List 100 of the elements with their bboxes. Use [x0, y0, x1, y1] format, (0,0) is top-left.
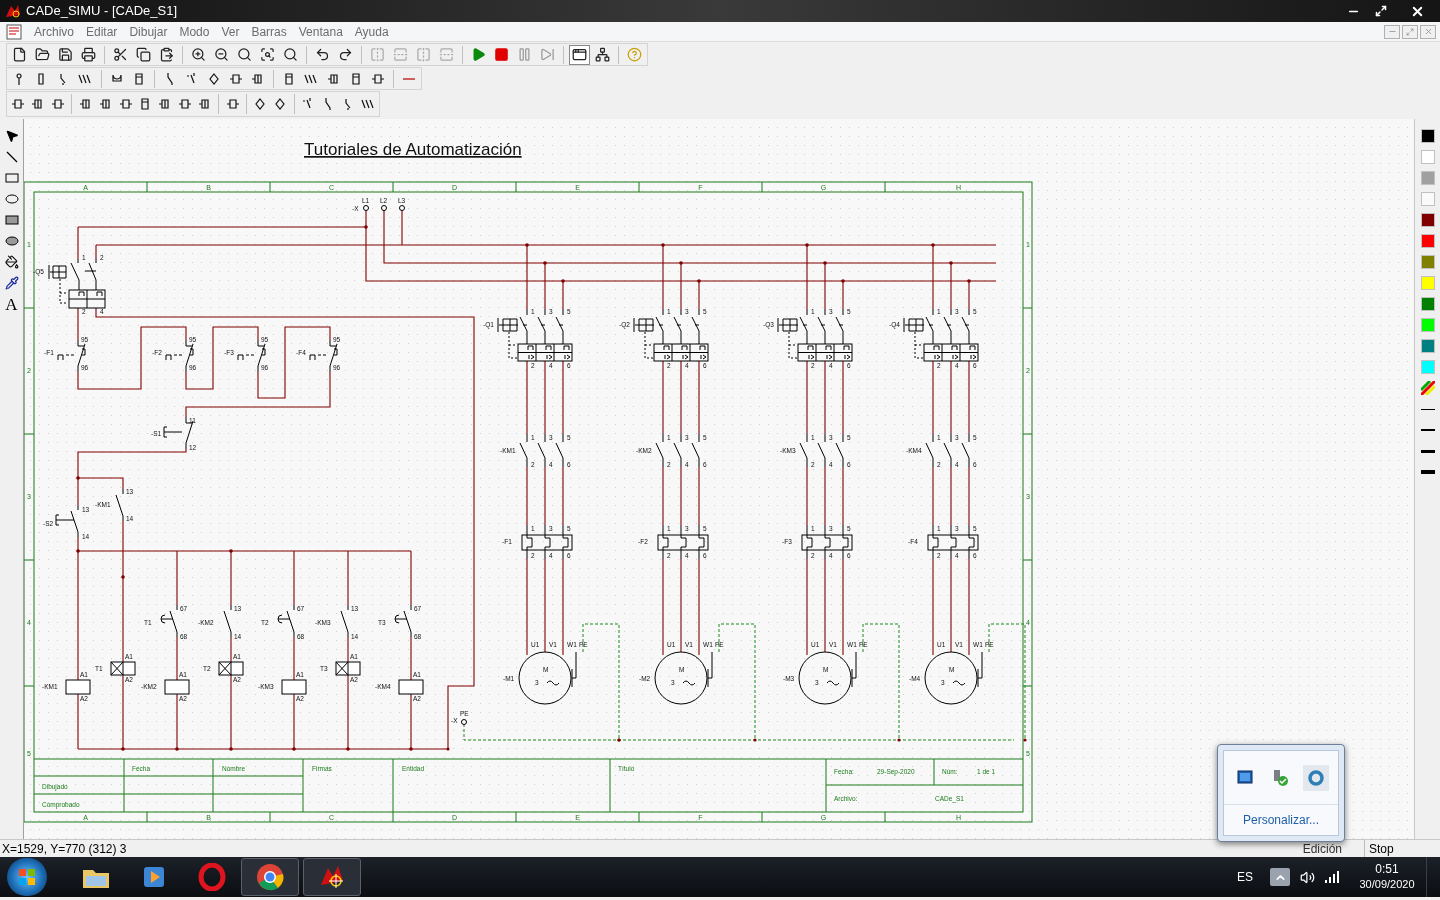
zoom-icon — [237, 47, 252, 62]
color-swatch[interactable] — [1420, 213, 1435, 227]
magnifier-icon — [283, 47, 298, 62]
show-hidden-icons-button[interactable] — [1270, 868, 1290, 886]
zoom-out-icon — [214, 47, 229, 62]
color-swatch[interactable] — [1420, 297, 1435, 311]
speaker-icon — [1299, 869, 1315, 885]
overload-contact-symbol — [165, 339, 194, 373]
color-swatch[interactable] — [1420, 234, 1435, 248]
monitor-icon — [1236, 768, 1255, 787]
flip-horizontal-icon — [370, 47, 385, 62]
symbol-icon — [50, 96, 67, 112]
symbol-icon — [177, 96, 193, 112]
zoom-window-icon — [260, 47, 275, 62]
cursor-coordinates: X=1529, Y=770 (312) 3 — [2, 840, 127, 858]
push-button-symbol — [163, 416, 194, 450]
redo-icon — [338, 47, 353, 62]
ring-icon — [198, 863, 226, 891]
symbol-icon — [117, 96, 134, 112]
window-title: CADe_SIMU - [CADe_S1] — [26, 2, 177, 21]
print-icon — [81, 47, 96, 62]
color-swatch[interactable] — [1420, 150, 1435, 164]
restore-icon — [1406, 27, 1414, 36]
signal-bars-icon — [1325, 871, 1339, 883]
undo-icon — [315, 47, 330, 62]
menu-item[interactable]: Archivo — [28, 22, 80, 41]
window-icon — [572, 47, 587, 62]
menu-item[interactable]: Ayuda — [348, 22, 395, 41]
symbol-icon — [10, 96, 27, 112]
new-file-icon — [12, 47, 27, 62]
clock-time: 0:51 — [1375, 862, 1399, 877]
pointer-icon — [4, 128, 19, 143]
windows-logo-icon — [18, 868, 36, 886]
color-swatch[interactable] — [1420, 255, 1435, 269]
rotate-icon — [439, 47, 454, 62]
start-button[interactable] — [7, 858, 47, 896]
ring-icon — [1306, 768, 1325, 787]
filled-rectangle-icon — [4, 213, 19, 226]
color-swatch[interactable] — [1420, 129, 1435, 143]
ellipse-icon — [4, 192, 19, 205]
menu-item[interactable]: Editar — [80, 22, 124, 41]
menu-item[interactable]: Dibujar — [123, 22, 174, 41]
timed-contact-symbol — [160, 604, 178, 638]
color-swatch[interactable] — [1420, 318, 1435, 332]
menu-item[interactable]: Barras — [245, 22, 293, 41]
tray-icon-button[interactable] — [1302, 764, 1329, 791]
mirror-icon — [416, 47, 431, 62]
clock-date: 30/09/2020 — [1359, 877, 1415, 892]
overload-contact-symbol — [57, 339, 86, 373]
overload-contact-symbol — [309, 339, 338, 373]
close-icon — [1423, 27, 1433, 36]
paint-bucket-icon — [4, 254, 19, 269]
timed-contact-symbol — [394, 604, 412, 638]
folder-icon — [35, 47, 50, 62]
text-tool[interactable]: A — [2, 295, 21, 313]
rectangle-icon — [4, 171, 19, 184]
color-swatch[interactable] — [1420, 192, 1435, 206]
color-swatch[interactable] — [1420, 360, 1435, 374]
copy-icon — [136, 47, 151, 62]
stop-icon — [494, 47, 509, 62]
contact-symbol — [223, 604, 232, 638]
pause-icon — [517, 47, 532, 62]
browser-icon — [256, 863, 284, 891]
contact-symbol — [340, 604, 349, 638]
mode-indicator: Edición — [1302, 840, 1342, 858]
overload-contact-symbol — [237, 339, 266, 373]
play-icon — [471, 47, 486, 62]
network-icon — [595, 47, 610, 62]
taskbar-app-button[interactable] — [241, 858, 299, 896]
color-swatch[interactable] — [1420, 171, 1435, 185]
color-swatch[interactable] — [1420, 339, 1435, 353]
symbol-icon — [224, 96, 241, 112]
fill-tool[interactable] — [2, 253, 21, 270]
customize-link[interactable]: Personalizar... — [1242, 811, 1319, 829]
menu-item[interactable]: Ventana — [292, 22, 349, 41]
window-button[interactable] — [569, 44, 590, 65]
taskbar-app-button[interactable] — [303, 858, 361, 896]
save-icon — [58, 47, 73, 62]
media-player-icon — [141, 864, 167, 890]
paste-icon — [159, 47, 174, 62]
drawing-title: Tutoriales de Automatización — [304, 140, 522, 159]
color-swatch[interactable] — [1420, 276, 1435, 290]
menu-item[interactable]: Ver — [215, 22, 246, 41]
flip-vertical-icon — [393, 47, 408, 62]
language-indicator: ES — [1237, 869, 1253, 886]
line-icon — [402, 77, 415, 80]
timed-contact-symbol — [277, 604, 295, 638]
line-icon — [4, 149, 19, 164]
eyedropper-icon — [4, 275, 19, 290]
menu-item[interactable]: Modo — [173, 22, 216, 41]
zoom-in-icon — [191, 47, 206, 62]
step-icon — [540, 47, 555, 62]
filled-ellipse-icon — [4, 234, 19, 247]
help-icon — [627, 47, 642, 62]
push-button-symbol — [55, 504, 79, 538]
app-logo-icon — [4, 3, 22, 19]
cut-icon — [113, 47, 128, 62]
multicolor-icon — [1420, 381, 1435, 395]
contact-symbol — [115, 488, 124, 522]
restore-icon — [1374, 5, 1387, 17]
